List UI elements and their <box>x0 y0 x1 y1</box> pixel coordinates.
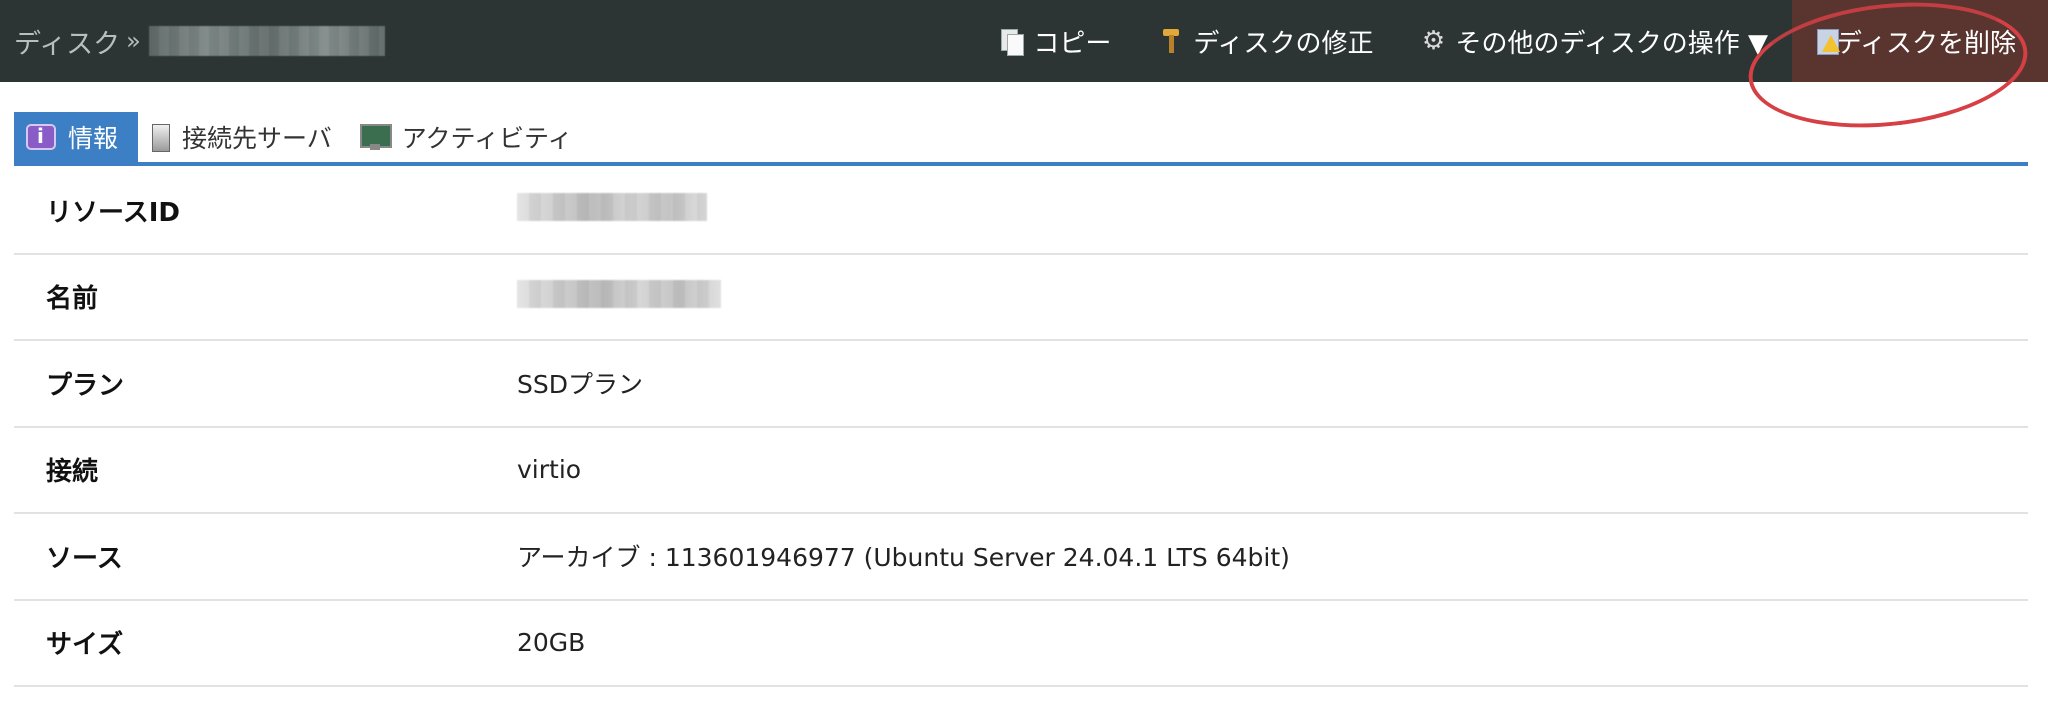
copy-button[interactable]: コピー <box>997 0 1111 82</box>
source-value: アーカイブ : 113601946977 (Ubuntu Server 24.0… <box>517 543 1290 573</box>
tab-bar: 情報 接続先サーバ アクティビティ <box>14 112 2028 166</box>
tab-activity-label: アクティビティ <box>401 124 573 153</box>
fix-disk-button[interactable]: ディスクの修正 <box>1157 0 1374 82</box>
connection-value: virtio <box>517 455 582 485</box>
breadcrumb: ディスク » <box>14 0 385 82</box>
name-redacted <box>517 279 721 308</box>
tab-connected-server[interactable]: 接続先サーバ <box>138 112 348 162</box>
size-value: 20GB <box>517 628 586 658</box>
resource-id-value <box>517 193 707 227</box>
gear-icon: ⚙ <box>1421 26 1446 56</box>
wrench-icon <box>1157 27 1185 55</box>
more-disk-operations-dropdown[interactable]: ⚙ その他のディスクの操作 ▼ <box>1420 0 1768 82</box>
fix-disk-button-label: ディスクの修正 <box>1193 28 1374 59</box>
copy-button-label: コピー <box>1033 28 1112 59</box>
delete-disk-button-label: ディスクを削除 <box>1835 28 2016 59</box>
name-label: 名前 <box>46 284 99 315</box>
breadcrumb-disk-name-redacted <box>148 26 385 56</box>
plan-value: SSDプラン <box>517 370 643 400</box>
tab-connected-server-label: 接続先サーバ <box>182 124 332 153</box>
top-bar: ディスク » コピー ディスクの修正 ⚙ その他のディスクの操作 ▼ ディスクを… <box>0 0 2048 82</box>
connection-label: 接続 <box>46 457 99 488</box>
size-label: サイズ <box>46 630 124 661</box>
copy-icon <box>997 27 1025 56</box>
breadcrumb-root[interactable]: ディスク <box>14 22 120 61</box>
action-bar: コピー ディスクの修正 ⚙ その他のディスクの操作 ▼ ディスクを削除 <box>997 0 2048 82</box>
table-row: リソースID <box>14 168 2028 255</box>
table-row: 接続 virtio <box>14 428 2028 514</box>
table-row: プラン SSDプラン <box>14 341 2028 428</box>
table-row: ソース アーカイブ : 113601946977 (Ubuntu Server … <box>14 514 2028 601</box>
more-disk-operations-label: その他のディスクの操作 ▼ <box>1455 28 1768 59</box>
name-value <box>517 279 721 314</box>
tab-info[interactable]: 情報 <box>14 112 139 162</box>
tab-activity[interactable]: アクティビティ <box>348 112 589 162</box>
server-icon <box>150 124 171 152</box>
warning-document-icon <box>1814 27 1840 55</box>
table-row: サイズ 20GB <box>14 601 2028 687</box>
delete-disk-button[interactable]: ディスクを削除 <box>1792 0 2048 82</box>
monitor-icon <box>359 124 392 150</box>
source-label: ソース <box>46 543 123 574</box>
table-row: 名前 <box>14 255 2028 341</box>
tab-info-label: 情報 <box>68 124 119 153</box>
resource-id-redacted <box>517 193 707 222</box>
info-icon <box>26 124 56 150</box>
disk-info-table: リソースID 名前 プラン SSDプラン 接続 virtio ソース アーカイブ… <box>14 168 2028 687</box>
plan-label: プラン <box>46 370 125 401</box>
resource-id-label: リソースID <box>46 197 180 228</box>
breadcrumb-separator: » <box>126 27 141 55</box>
